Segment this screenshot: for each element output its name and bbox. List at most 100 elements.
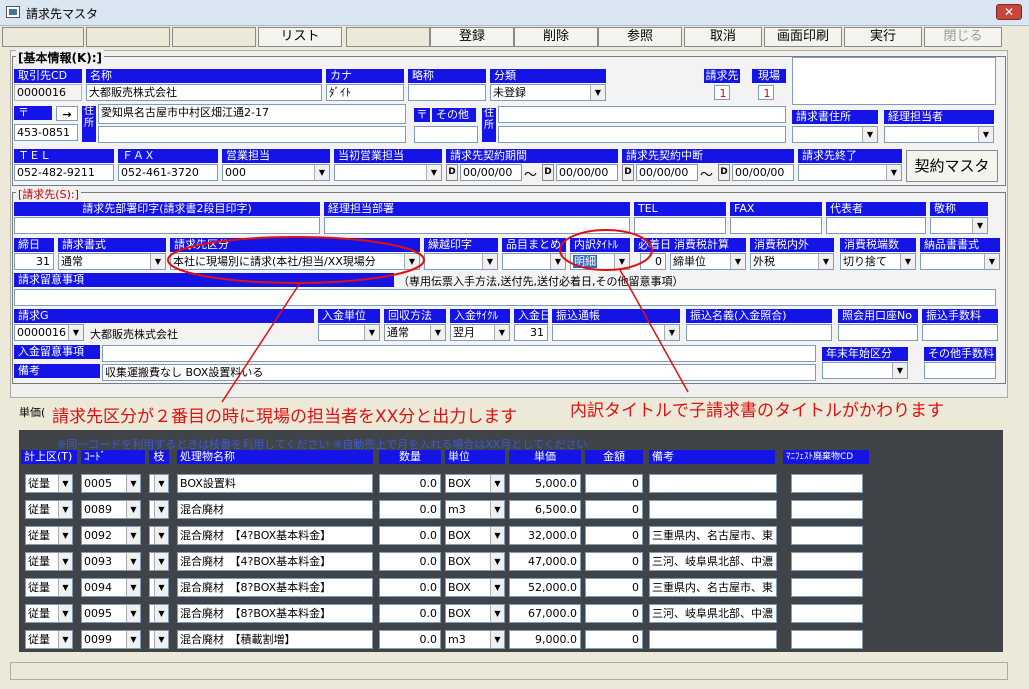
chevron-down-icon[interactable]: ▼ <box>154 501 168 518</box>
breakdown-title-select[interactable]: 明細 ▼ <box>570 253 630 270</box>
register-button[interactable]: 登録 <box>430 27 514 47</box>
contract-start-date-button[interactable]: D <box>446 164 458 181</box>
transfer-name-field[interactable] <box>686 324 832 341</box>
accounting-dept-field[interactable] <box>324 217 630 234</box>
code-select[interactable]: 0005 ▼ <box>81 474 141 493</box>
tally-select[interactable]: 従量 ▼ <box>25 578 73 597</box>
code-select[interactable]: 0099 ▼ <box>81 630 141 649</box>
chevron-down-icon[interactable]: ▼ <box>364 325 379 340</box>
fax-field[interactable]: 052-461-3720 <box>118 164 218 181</box>
item-name-field[interactable]: 混合廃材 【8?BOX基本料金】 <box>177 578 373 597</box>
payment-unit-select[interactable]: ▼ <box>318 324 380 341</box>
qty-field[interactable]: 0.0 <box>379 578 441 597</box>
list-button[interactable]: リスト <box>258 27 342 47</box>
chevron-down-icon[interactable]: ▼ <box>550 254 565 269</box>
branch-select[interactable]: ▼ <box>149 578 169 597</box>
billing-end-select[interactable]: ▼ <box>798 164 902 181</box>
suspend-end-date[interactable]: 00/00/00 <box>732 164 794 181</box>
billing-fax-field[interactable] <box>730 217 822 234</box>
unit-select[interactable]: m3 ▼ <box>445 500 505 519</box>
tally-select[interactable]: 従量 ▼ <box>25 630 73 649</box>
chevron-down-icon[interactable]: ▼ <box>58 475 72 492</box>
unit-select[interactable]: BOX ▼ <box>445 604 505 623</box>
billing-notes-field[interactable] <box>14 289 996 306</box>
payment-cycle-select[interactable]: 翌月 ▼ <box>450 324 510 341</box>
invoice-format-select[interactable]: 通常 ▼ <box>58 253 166 270</box>
item-name-field[interactable]: 混合廃材 <box>177 500 373 519</box>
branch-select[interactable]: ▼ <box>149 474 169 493</box>
price-field[interactable]: 9,000.0 <box>509 630 581 649</box>
chevron-down-icon[interactable]: ▼ <box>818 254 833 269</box>
qty-field[interactable]: 0.0 <box>379 526 441 545</box>
chevron-down-icon[interactable]: ▼ <box>972 218 987 233</box>
chevron-down-icon[interactable]: ▼ <box>892 363 907 378</box>
memo-field[interactable]: 三河、岐阜県北部、中濃 <box>649 604 777 623</box>
chevron-down-icon[interactable]: ▼ <box>154 527 168 544</box>
address-line-2[interactable] <box>98 126 406 143</box>
memo-field[interactable]: 三重県内、名古屋市、東 <box>649 578 777 597</box>
contract-start-date[interactable]: 00/00/00 <box>460 164 522 181</box>
code-select[interactable]: 0092 ▼ <box>81 526 141 545</box>
chevron-down-icon[interactable]: ▼ <box>984 254 999 269</box>
chevron-down-icon[interactable]: ▼ <box>126 605 140 622</box>
chevron-down-icon[interactable]: ▼ <box>494 325 509 340</box>
sales-select[interactable]: 000 ▼ <box>222 164 330 181</box>
memo-field[interactable] <box>649 474 777 493</box>
price-field[interactable]: 67,000.0 <box>509 604 581 623</box>
address-line-1[interactable]: 愛知県名古屋市中村区畑江通2-17 <box>98 104 406 124</box>
reference-button[interactable]: 参照 <box>598 27 682 47</box>
qty-field[interactable]: 0.0 <box>379 552 441 571</box>
chevron-down-icon[interactable]: ▼ <box>314 165 329 180</box>
chevron-down-icon[interactable]: ▼ <box>58 527 72 544</box>
amount-field[interactable]: 0 <box>585 474 643 493</box>
chevron-down-icon[interactable]: ▼ <box>590 85 605 100</box>
ref-account-field[interactable] <box>838 324 918 341</box>
chevron-down-icon[interactable]: ▼ <box>900 254 915 269</box>
address-2-line-2[interactable] <box>498 126 786 143</box>
branch-select[interactable]: ▼ <box>149 526 169 545</box>
chevron-down-icon[interactable]: ▼ <box>862 127 877 142</box>
chevron-down-icon[interactable]: ▼ <box>886 165 901 180</box>
representative-field[interactable] <box>826 217 926 234</box>
chevron-down-icon[interactable]: ▼ <box>404 254 419 269</box>
category-select[interactable]: 未登録 ▼ <box>490 84 606 101</box>
execute-button[interactable]: 実行 <box>844 27 922 47</box>
tally-select[interactable]: 従量 ▼ <box>25 474 73 493</box>
chevron-down-icon[interactable]: ▼ <box>154 631 168 648</box>
item-summary-select[interactable]: ▼ <box>502 253 566 270</box>
tax-incl-select[interactable]: 外税 ▼ <box>750 253 834 270</box>
abbr-field[interactable] <box>408 84 486 101</box>
postal-lookup-button[interactable]: → <box>56 106 78 121</box>
dept-print-field[interactable] <box>14 217 320 234</box>
chevron-down-icon[interactable]: ▼ <box>490 475 504 492</box>
chevron-down-icon[interactable]: ▼ <box>430 325 445 340</box>
code-field[interactable]: 0000016 <box>14 84 82 101</box>
cancel-button[interactable]: 取消 <box>684 27 762 47</box>
price-field[interactable]: 47,000.0 <box>509 552 581 571</box>
billing-division-select[interactable]: 本社に現場別に請求(本社/担当/XX現場分 ▼ <box>170 253 420 270</box>
suspend-start-date[interactable]: 00/00/00 <box>636 164 698 181</box>
address-2-line-1[interactable] <box>498 106 786 123</box>
item-name-field[interactable]: 混合廃材 【4?BOX基本料金】 <box>177 552 373 571</box>
qty-field[interactable]: 0.0 <box>379 604 441 623</box>
item-name-field[interactable]: BOX設置料 <box>177 474 373 493</box>
chevron-down-icon[interactable]: ▼ <box>978 127 993 142</box>
contract-master-button[interactable]: 契約マスタ <box>906 150 998 182</box>
amount-field[interactable]: 0 <box>585 526 643 545</box>
suspend-start-date-button[interactable]: D <box>622 164 634 181</box>
code-select[interactable]: 0089 ▼ <box>81 500 141 519</box>
item-name-field[interactable]: 混合廃材 【積載割増】 <box>177 630 373 649</box>
chevron-down-icon[interactable]: ▼ <box>490 527 504 544</box>
unit-select[interactable]: BOX ▼ <box>445 578 505 597</box>
qty-field[interactable]: 0.0 <box>379 474 441 493</box>
collection-select[interactable]: 通常 ▼ <box>384 324 446 341</box>
suspend-end-date-button[interactable]: D <box>718 164 730 181</box>
qty-field[interactable]: 0.0 <box>379 500 441 519</box>
chevron-down-icon[interactable]: ▼ <box>68 325 83 340</box>
genba-flag[interactable]: 1 <box>758 85 774 100</box>
window-close-button[interactable]: ✕ <box>996 4 1022 20</box>
amount-field[interactable]: 0 <box>585 604 643 623</box>
chevron-down-icon[interactable]: ▼ <box>58 501 72 518</box>
chevron-down-icon[interactable]: ▼ <box>426 165 441 180</box>
chevron-down-icon[interactable]: ▼ <box>126 553 140 570</box>
